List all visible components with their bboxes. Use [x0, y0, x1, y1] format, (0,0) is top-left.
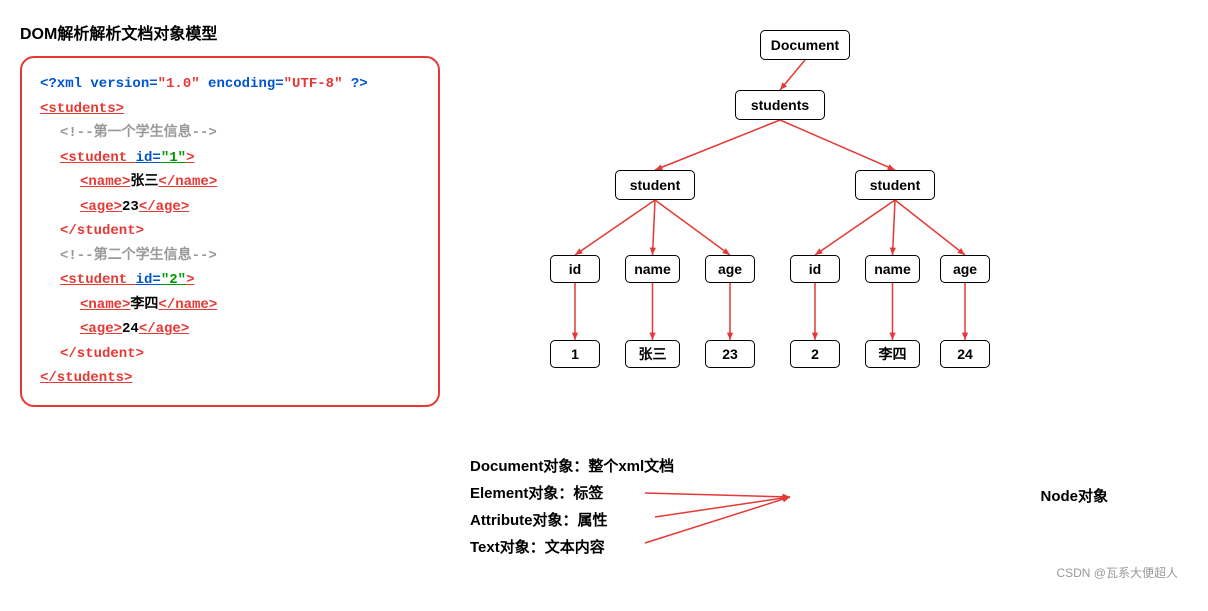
legend-document: Document对象：整个xml文档 [470, 455, 1188, 476]
node-object-label: Node对象 [1040, 485, 1108, 506]
xml-line: </student> [60, 219, 420, 244]
xml-token: "UTF-8" [284, 76, 343, 92]
xml-token: </name> [158, 174, 217, 190]
xml-line: <age>24</age> [80, 317, 420, 342]
xml-line: <!--第二个学生信息--> [60, 244, 420, 269]
xml-token: ?> [342, 76, 367, 92]
tree-node-val2: 2 [790, 340, 840, 368]
legend-text: Text对象：文本内容 [470, 536, 1188, 557]
main-container: DOM解析解析文档对象模型 <?xml version="1.0" encodi… [0, 0, 1208, 611]
xml-token: <student [60, 272, 136, 288]
xml-token: </students> [40, 370, 132, 386]
xml-token: <?xml version= [40, 76, 158, 92]
xml-token: > [186, 150, 194, 166]
xml-token: <student [60, 150, 136, 166]
tree-node-name1: name [625, 255, 680, 283]
xml-line: <age>23</age> [80, 195, 420, 220]
xml-line: </students> [40, 366, 420, 391]
tree-node-student1: student [615, 170, 695, 200]
xml-token: "1" [161, 150, 186, 166]
tree-node-val_zhangsan: 张三 [625, 340, 680, 368]
xml-token: <name> [80, 297, 130, 313]
xml-line: </student> [60, 342, 420, 367]
xml-token: > [186, 272, 194, 288]
tree-node-students: students [735, 90, 825, 120]
tree-node-val_lisi: 李四 [865, 340, 920, 368]
xml-token: 23 [122, 199, 139, 215]
xml-line: <student id="1"> [60, 146, 420, 171]
xml-token: "1.0" [158, 76, 200, 92]
tree-node-name2: name [865, 255, 920, 283]
tree-node-age2: age [940, 255, 990, 283]
tree-node-age1: age [705, 255, 755, 283]
xml-token: 李四 [130, 297, 158, 313]
tree-node-val23: 23 [705, 340, 755, 368]
xml-token: id= [136, 150, 161, 166]
xml-token: </name> [158, 297, 217, 313]
xml-token: </student> [60, 223, 144, 239]
tree-node-id2: id [790, 255, 840, 283]
xml-line: <students> [40, 97, 420, 122]
xml-token: <!--第二个学生信息--> [60, 248, 217, 264]
xml-token: id= [136, 272, 161, 288]
tree-node-id1: id [550, 255, 600, 283]
legend-attribute: Attribute对象：属性 [470, 509, 1188, 530]
xml-token: <name> [80, 174, 130, 190]
xml-token: </age> [139, 321, 189, 337]
xml-token: <students> [40, 101, 124, 117]
xml-line: <student id="2"> [60, 268, 420, 293]
tree-node-val24: 24 [940, 340, 990, 368]
xml-line: <name>张三</name> [80, 170, 420, 195]
xml-token: </age> [139, 199, 189, 215]
page-title: DOM解析解析文档对象模型 [20, 20, 440, 44]
xml-token: 张三 [130, 174, 158, 190]
xml-line: <!--第一个学生信息--> [60, 121, 420, 146]
xml-line: <?xml version="1.0" encoding="UTF-8" ?> [40, 72, 420, 97]
xml-code-box: <?xml version="1.0" encoding="UTF-8" ?><… [20, 56, 440, 407]
watermark: CSDN @瓦系大便超人 [1056, 564, 1178, 581]
xml-token: encoding= [200, 76, 284, 92]
xml-token: </student> [60, 346, 144, 362]
legend-area: Document对象：整个xml文档 Element对象：标签 Attribut… [470, 455, 1188, 557]
tree-diagram: Documentstudentsstudentstudentidnameagei… [470, 20, 1188, 450]
tree-node-val1: 1 [550, 340, 600, 368]
tree-node-student2: student [855, 170, 935, 200]
tree-node-document: Document [760, 30, 850, 60]
xml-token: 24 [122, 321, 139, 337]
left-panel: DOM解析解析文档对象模型 <?xml version="1.0" encodi… [20, 20, 440, 591]
xml-token: "2" [161, 272, 186, 288]
xml-token: <age> [80, 321, 122, 337]
xml-token: <age> [80, 199, 122, 215]
xml-token: <!--第一个学生信息--> [60, 125, 217, 141]
xml-line: <name>李四</name> [80, 293, 420, 318]
right-panel: Documentstudentsstudentstudentidnameagei… [470, 20, 1188, 591]
